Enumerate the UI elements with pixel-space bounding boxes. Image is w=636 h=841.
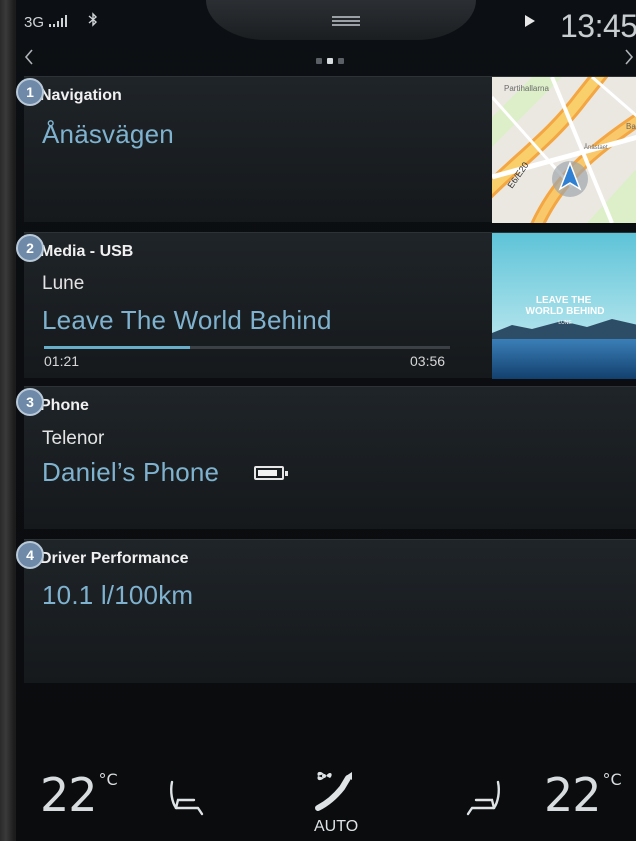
fuel-consumption-value: 10.1 l/100km [42, 580, 194, 610]
media-progress-bar[interactable] [44, 346, 450, 349]
map-thumbnail[interactable]: Partihallarna Ånästaet E6/E20 Ba [492, 77, 636, 223]
left-temperature-value: 22 [40, 768, 98, 822]
network-indicator: 3G [24, 14, 68, 31]
album-art[interactable]: LEAVE THE WORLD BEHIND LUNE [492, 233, 636, 379]
tile-badge-2: 2 [16, 234, 44, 262]
driver-performance-title: Driver Performance [40, 550, 189, 567]
bluetooth-icon [88, 12, 98, 31]
media-duration: 03:56 [410, 353, 446, 369]
map-label: Ånästaet [584, 144, 608, 151]
svg-text:LEAVE THE WORLD BEHI: LEAVE THE WORLD BEHIND [526, 295, 605, 317]
climate-bar: 22 °C AUTO 22 °C [16, 760, 636, 841]
right-temperature[interactable]: 22 °C [544, 768, 622, 822]
phone-carrier: Telenor [42, 428, 105, 449]
media-track: Leave The World Behind [42, 305, 332, 335]
navigation-tile[interactable]: Navigation Ånäsvägen Partihallarna Ånäst… [24, 76, 636, 223]
map-label: Partihallarna [504, 84, 549, 93]
phone-device-name: Daniel’s Phone [42, 457, 220, 487]
map-label: Ba [626, 122, 636, 131]
tile-badge-1: 1 [16, 78, 44, 106]
battery-icon [254, 466, 288, 480]
driver-performance-tile[interactable]: Driver Performance 10.1 l/100km [24, 539, 636, 683]
tile-badge-3: 3 [16, 388, 44, 416]
album-artist: LUNE [558, 320, 572, 326]
navigation-destination: Ånäsvägen [42, 119, 174, 149]
left-temperature[interactable]: 22 °C [40, 768, 118, 822]
tile-badge-4: 4 [16, 541, 44, 569]
center-display: 3G 13:45 Navigation Ånäsvägen Partihalla… [16, 0, 636, 841]
play-icon[interactable] [524, 14, 536, 31]
status-bar: 3G 13:45 [24, 8, 636, 44]
previous-page-icon[interactable] [24, 48, 34, 71]
page-dot-active [327, 58, 333, 64]
media-elapsed: 01:21 [44, 353, 80, 369]
clock: 13:45 [560, 8, 636, 44]
phone-title: Phone [40, 397, 89, 414]
climate-auto-label[interactable]: AUTO [314, 818, 358, 836]
page-dot [338, 58, 344, 64]
page-indicator [316, 58, 344, 64]
left-temperature-unit: °C [98, 770, 118, 789]
climate-fan-icon[interactable] [312, 768, 356, 818]
right-seat-heat-icon[interactable] [462, 778, 506, 818]
media-progress-fill [44, 346, 191, 349]
media-artist: Lune [42, 273, 85, 294]
battery-level [258, 470, 277, 476]
next-page-icon[interactable] [624, 48, 634, 71]
media-tile[interactable]: Media - USB Lune Leave The World Behind … [24, 232, 636, 379]
right-temperature-unit: °C [602, 770, 622, 789]
page-dot [316, 58, 322, 64]
navigation-title: Navigation [40, 87, 122, 104]
right-temperature-value: 22 [544, 768, 602, 822]
media-title: Media - USB [40, 243, 134, 260]
left-seat-heat-icon[interactable] [164, 778, 208, 818]
signal-bars-icon [49, 15, 68, 27]
network-label: 3G [24, 14, 45, 31]
phone-tile[interactable]: Phone Telenor Daniel’s Phone [24, 386, 636, 529]
